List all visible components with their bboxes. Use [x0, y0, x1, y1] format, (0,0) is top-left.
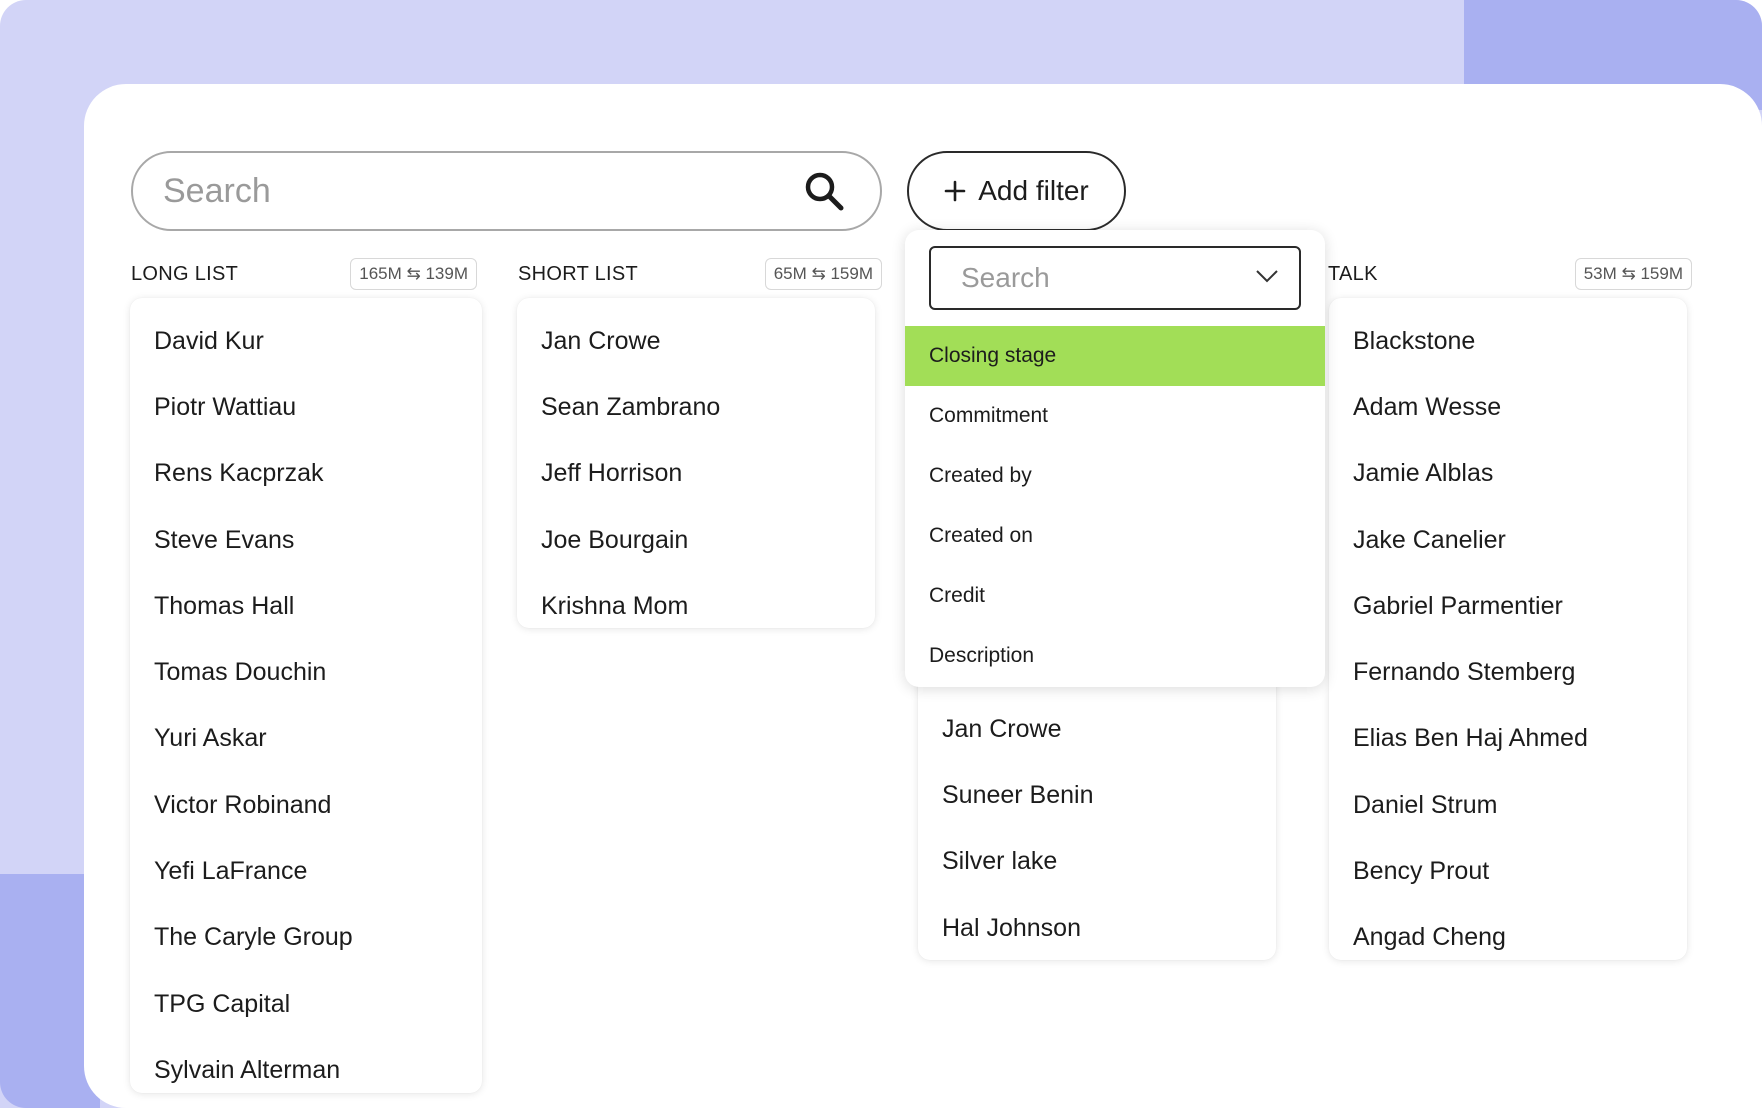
filter-search-select[interactable]: Search	[929, 246, 1301, 310]
filter-options-list: Closing stage Commitment Created by Crea…	[905, 326, 1325, 686]
list-item[interactable]: Angad Cheng	[1329, 905, 1687, 971]
list-item[interactable]: TPG Capital	[130, 971, 482, 1037]
list-item[interactable]: Sean Zambrano	[517, 374, 875, 440]
filter-option[interactable]: Closing stage	[905, 326, 1325, 386]
column-title: TALK	[1328, 262, 1378, 285]
list-item[interactable]: Victor Robinand	[130, 772, 482, 838]
list-item[interactable]: Jan Crowe	[517, 308, 875, 374]
list-item[interactable]: Jan Crowe	[918, 696, 1276, 762]
list-item[interactable]: Joe Bourgain	[517, 507, 875, 573]
list-item[interactable]: Yefi LaFrance	[130, 838, 482, 904]
add-filter-button[interactable]: Add filter	[907, 151, 1126, 231]
list-item[interactable]: Silver lake	[918, 829, 1276, 895]
list-item[interactable]: Jeff Horrison	[517, 441, 875, 507]
filter-option[interactable]: Created by	[905, 446, 1325, 506]
search-bar[interactable]	[131, 151, 882, 231]
list-item[interactable]: Jamie Alblas	[1329, 441, 1687, 507]
column-title: LONG LIST	[131, 262, 239, 285]
column-title: SHORT LIST	[518, 262, 639, 285]
list-item[interactable]: Fernando Stemberg	[1329, 639, 1687, 705]
column-amount-badge: 165M ⇆ 139M	[350, 258, 477, 290]
list-item[interactable]: Suneer Benin	[918, 762, 1276, 828]
list-item[interactable]: Blackstone	[1329, 308, 1687, 374]
column-card-long-list: David Kur Piotr Wattiau Rens Kacprzak St…	[130, 298, 482, 1093]
list-item[interactable]: Rens Kacprzak	[130, 441, 482, 507]
column-header-short-list: SHORT LIST 65M ⇆ 159M	[518, 256, 882, 292]
filter-dropdown: Search Closing stage Commitment Created …	[905, 230, 1325, 687]
list-item[interactable]: Sylvain Alterman	[130, 1037, 482, 1103]
list-item[interactable]: Gabriel Parmentier	[1329, 573, 1687, 639]
column-header-long-list: LONG LIST 165M ⇆ 139M	[131, 256, 477, 292]
list-item[interactable]: Daniel Strum	[1329, 772, 1687, 838]
filter-option[interactable]: Created on	[905, 506, 1325, 566]
list-item[interactable]: Jake Canelier	[1329, 507, 1687, 573]
filter-option[interactable]: Commitment	[905, 386, 1325, 446]
column-card-talk: Blackstone Adam Wesse Jamie Alblas Jake …	[1329, 298, 1687, 960]
list-item[interactable]: Hal Johnson	[918, 895, 1276, 961]
list-item[interactable]: Adam Wesse	[1329, 374, 1687, 440]
list-item[interactable]: Steve Evans	[130, 507, 482, 573]
column-amount-badge: 53M ⇆ 159M	[1574, 258, 1692, 290]
plus-icon	[944, 175, 966, 207]
column-card-short-list: Jan Crowe Sean Zambrano Jeff Horrison Jo…	[517, 298, 875, 628]
list-item[interactable]: Thomas Hall	[130, 573, 482, 639]
column-header-talk: TALK 53M ⇆ 159M	[1328, 256, 1692, 292]
filter-search-placeholder: Search	[961, 262, 1050, 293]
search-icon[interactable]	[802, 169, 846, 213]
list-item[interactable]: Elias Ben Haj Ahmed	[1329, 706, 1687, 772]
chevron-down-icon[interactable]	[1255, 269, 1279, 288]
filter-option[interactable]: Credit	[905, 566, 1325, 626]
column-amount-badge: 65M ⇆ 159M	[764, 258, 882, 290]
search-input[interactable]	[163, 171, 723, 211]
filter-option[interactable]: Description	[905, 626, 1325, 686]
list-item[interactable]: Krishna Mom	[517, 573, 875, 639]
list-item[interactable]: The Caryle Group	[130, 905, 482, 971]
add-filter-label: Add filter	[978, 175, 1089, 206]
list-item[interactable]: Tomas Douchin	[130, 639, 482, 705]
list-item[interactable]: Yuri Askar	[130, 706, 482, 772]
list-item[interactable]: Piotr Wattiau	[130, 374, 482, 440]
list-item[interactable]: David Kur	[130, 308, 482, 374]
list-item[interactable]: Bency Prout	[1329, 838, 1687, 904]
